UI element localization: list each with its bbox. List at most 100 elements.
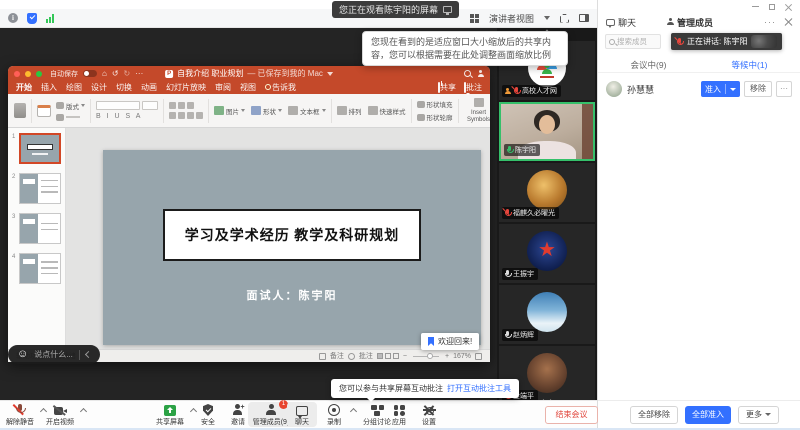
say-something-placeholder[interactable]: 说点什么...	[34, 349, 73, 360]
list-buttons[interactable]	[169, 102, 203, 109]
ppt-tab-view[interactable]: 视图	[240, 82, 256, 93]
font-size-select[interactable]	[142, 101, 158, 110]
shape-button[interactable]: 形状	[251, 106, 282, 116]
comments-icon[interactable]	[348, 353, 355, 360]
remove-all-button[interactable]: 全部移除	[630, 406, 678, 424]
ppt-tab-review[interactable]: 审阅	[215, 82, 231, 93]
autosave-toggle[interactable]	[83, 70, 97, 77]
picture-button[interactable]: 图片	[214, 106, 245, 116]
admit-all-button[interactable]: 全部准入	[685, 406, 731, 424]
apps-button[interactable]: 应用	[386, 403, 412, 427]
new-slide-icon[interactable]	[37, 105, 51, 117]
ppt-share-button[interactable]: 共享	[438, 82, 456, 93]
ppt-tab-home[interactable]: 开始	[16, 82, 32, 93]
participant-video-5[interactable]: 赵炳辉	[499, 285, 595, 344]
tab-manage-members[interactable]: 管理成员	[666, 16, 713, 29]
font-style-buttons[interactable]: B I U S A	[96, 113, 142, 120]
search-input[interactable]	[617, 37, 657, 46]
video-options-chevron[interactable]	[80, 408, 87, 415]
participant-video-3[interactable]: 福麒久必曜光	[499, 163, 595, 222]
mac-minimize-icon[interactable]	[25, 71, 31, 77]
ppt-search-icon[interactable]	[464, 70, 471, 77]
ppt-comments-button[interactable]: 批注	[464, 82, 482, 93]
layout-button[interactable]: 版式	[56, 101, 85, 111]
slide-thumbnail-3[interactable]: 3	[8, 213, 65, 244]
slide-thumbnail-4[interactable]: 4	[8, 253, 65, 284]
ppt-tab-transitions[interactable]: 切换	[116, 82, 132, 93]
end-meeting-button[interactable]: 结束会议	[545, 406, 598, 424]
ppt-account-icon[interactable]	[477, 70, 484, 77]
shape-outline-button[interactable]: 形状轮廓	[417, 112, 453, 122]
arrange-button[interactable]: 排列	[337, 106, 362, 116]
home-icon[interactable]: ⌂	[102, 69, 107, 78]
settings-button[interactable]: 设置	[415, 403, 443, 427]
textbox-button[interactable]: 文本框	[288, 106, 326, 116]
shape-fill-button[interactable]: 形状填充	[417, 99, 453, 109]
chevron-down-icon[interactable]	[730, 88, 736, 91]
font-name-select[interactable]	[96, 101, 140, 110]
admit-button[interactable]: 准入	[701, 81, 740, 97]
participant-video-4[interactable]: ★ 王振宇	[499, 224, 595, 283]
scroll-down-icon[interactable]	[543, 396, 551, 400]
mac-close-icon[interactable]	[14, 71, 20, 77]
unmute-button[interactable]: 解除静音	[0, 403, 40, 427]
record-options-chevron[interactable]	[350, 408, 357, 415]
ppt-tab-draw[interactable]: 绘图	[66, 82, 82, 93]
zoom-out-button[interactable]: −	[403, 353, 407, 360]
fullscreen-icon[interactable]	[560, 14, 569, 23]
ppt-tab-tellme[interactable]: 告诉我	[265, 82, 296, 93]
zoom-slider[interactable]	[413, 356, 439, 357]
align-buttons[interactable]	[169, 112, 203, 119]
quick-message-pill[interactable]: ☺ 说点什么...	[8, 345, 100, 364]
ppt-tab-insert[interactable]: 插入	[41, 82, 57, 93]
notes-label[interactable]: 备注	[330, 351, 344, 361]
chevron-down-icon[interactable]	[544, 16, 550, 20]
side-panel-toggle-icon[interactable]	[579, 14, 589, 22]
maximize-icon[interactable]	[769, 4, 775, 10]
member-more-button[interactable]: ···	[776, 81, 792, 97]
zoom-level[interactable]: 167%	[453, 353, 471, 360]
security-shield-icon[interactable]	[27, 13, 37, 24]
reset-button[interactable]	[56, 114, 85, 121]
collapse-left-icon[interactable]	[85, 351, 92, 358]
close-icon[interactable]	[785, 3, 792, 10]
insert-symbols-icon[interactable]	[474, 98, 484, 107]
paste-icon[interactable]	[14, 103, 26, 118]
emoji-icon[interactable]: ☺	[17, 349, 28, 360]
security-button[interactable]: 安全	[192, 403, 224, 427]
slide-thumbnail-2[interactable]: 2	[8, 173, 65, 204]
chevron-down-icon[interactable]	[327, 72, 333, 76]
meeting-info-icon[interactable]: i	[8, 13, 18, 23]
comments-label[interactable]: 批注	[359, 351, 373, 361]
remove-button[interactable]: 移除	[744, 81, 772, 97]
tab-chat[interactable]: 聊天	[606, 16, 636, 29]
monitor-icon[interactable]	[443, 6, 452, 13]
mac-zoom-icon[interactable]	[36, 71, 42, 77]
view-mode-label[interactable]: 演讲者视图	[489, 12, 534, 25]
start-video-button[interactable]: 开启视频	[40, 403, 80, 427]
quick-style-button[interactable]: 快速样式	[368, 106, 406, 116]
minimize-icon[interactable]	[752, 6, 759, 7]
ppt-tab-design[interactable]: 设计	[91, 82, 107, 93]
ppt-saved-status[interactable]: — 已保存到我的 Mac	[247, 68, 323, 79]
fit-slide-icon[interactable]	[475, 353, 482, 360]
slide-title-box[interactable]: 学习及学术经历 教学及科研规划	[163, 209, 420, 262]
view-mode-icons[interactable]	[377, 353, 399, 359]
ppt-tab-slideshow[interactable]: 幻灯片放映	[166, 82, 206, 93]
undo-icon[interactable]: ↺	[112, 69, 119, 78]
slide-thumbnail-1[interactable]: 1	[8, 133, 65, 164]
more-button[interactable]: 更多	[738, 406, 779, 424]
redo-icon[interactable]: ↻	[124, 69, 131, 78]
notes-icon[interactable]	[319, 353, 326, 360]
insert-symbols-label[interactable]: Insert Symbols	[464, 110, 491, 123]
ppt-tab-animations[interactable]: 动画	[141, 82, 157, 93]
zoom-in-button[interactable]: +	[445, 353, 449, 360]
participant-video-2[interactable]: 陈宇阳	[499, 102, 595, 161]
member-search-box[interactable]	[605, 34, 661, 49]
chat-button[interactable]: 聊天	[287, 402, 317, 427]
share-screen-button[interactable]: 共享屏幕	[150, 403, 190, 427]
panel-more-button[interactable]: ···	[764, 17, 776, 27]
panel-close-icon[interactable]	[784, 18, 792, 26]
record-button[interactable]: 录制	[318, 403, 350, 427]
tab-in-meeting[interactable]: 会议中(9)	[598, 57, 699, 72]
